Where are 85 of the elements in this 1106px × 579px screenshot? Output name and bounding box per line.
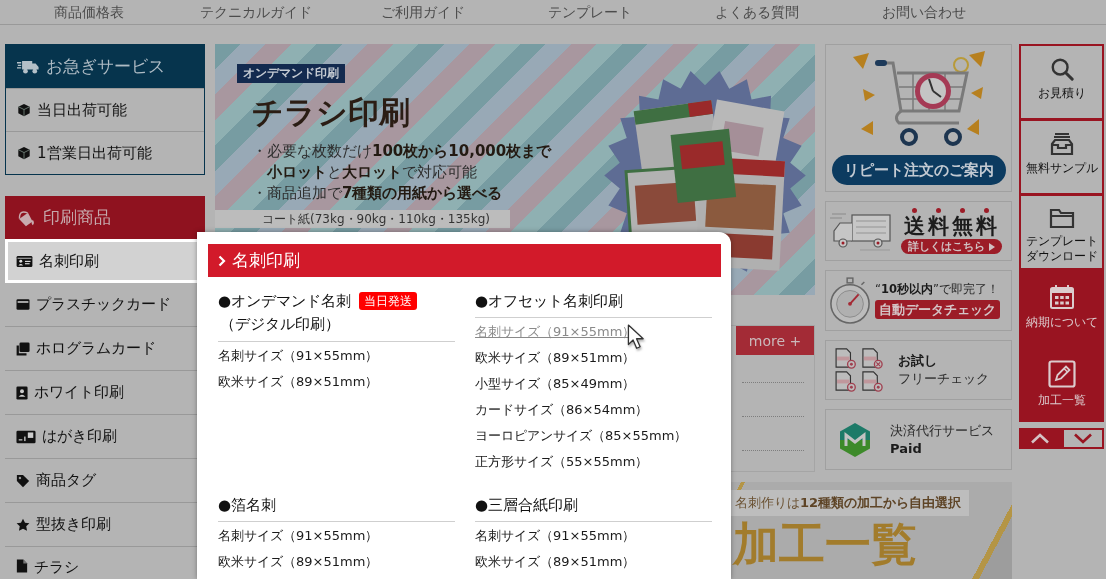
sidebar-item[interactable]: 1営業日出荷可能 <box>6 131 204 174</box>
calendar-icon <box>1048 284 1075 310</box>
menu-link[interactable]: 欧米サイズ（89×51mm） <box>475 348 636 366</box>
scroll-down-button[interactable] <box>1061 428 1104 449</box>
payment-brand: Paid <box>890 439 923 458</box>
sidebar-heading: 印刷商品 <box>43 206 111 229</box>
emphasis-dot-icon <box>959 208 965 213</box>
free-check-banner[interactable]: お試し フリーチェック <box>825 340 1012 400</box>
details-link[interactable]: 詳しくはこちら <box>901 239 1002 254</box>
nav-link[interactable]: ご利用ガイド <box>380 3 465 21</box>
truck-icon <box>17 58 39 75</box>
menu-link[interactable]: 名刺サイズ（91×55mm） <box>218 346 379 364</box>
menu-link[interactable]: 名刺サイズ（91×55mm） <box>475 526 636 544</box>
free-check-subtitle: フリーチェック <box>898 370 989 388</box>
banner-badge: オンデマンド印刷 <box>237 64 345 83</box>
menu-group-subtitle: （デジタル印刷） <box>220 314 341 335</box>
emphasis-dot-icon <box>935 208 941 213</box>
emphasis-dot-icon <box>983 208 989 213</box>
free-check-title: お試し <box>898 352 938 370</box>
more-button[interactable]: more + <box>736 326 814 355</box>
payment-banner[interactable]: 決済代行サービス Paid <box>825 409 1012 470</box>
menu-link[interactable]: カードサイズ（86×54mm） <box>475 400 649 418</box>
emphasis-dot-icon <box>911 208 917 213</box>
cube-icon <box>17 103 31 117</box>
menu-group-title: ●箔名刺 <box>218 495 277 516</box>
free-shipping-title: 送料無料 <box>903 214 1000 238</box>
banner-title: チラシ印刷 <box>252 94 410 130</box>
banner-point: ・必要な枚数だけ100枚から10,000枚まで 小ロットと大ロットで対応可能 <box>252 141 552 183</box>
nav-link[interactable]: お問い合わせ <box>881 3 966 21</box>
search-icon <box>1049 57 1074 81</box>
copy-icon <box>16 341 30 356</box>
scroll-up-button[interactable] <box>1019 428 1062 449</box>
payment-title: 決済代行サービス <box>890 421 994 440</box>
chevron-down-icon <box>1072 433 1093 444</box>
sidebar-item[interactable]: 当日出荷可能 <box>6 88 204 131</box>
chevron-right-icon <box>218 254 226 267</box>
postcard-icon <box>16 429 36 444</box>
banner-caption: 名刺作りは12種類の加工から自由選択 <box>731 490 970 516</box>
hexagon-logo-icon <box>838 421 872 458</box>
rail-button[interactable]: 納期について <box>1021 271 1102 344</box>
nav-link[interactable]: 商品価格表 <box>53 3 124 21</box>
paper-note: コート紙(73kg・90kg・110kg・135kg) <box>215 210 510 228</box>
paint-bucket-icon <box>16 208 36 227</box>
free-shipping-banner[interactable]: 送料無料 詳しくはこちら <box>825 201 1012 261</box>
document-icon <box>16 559 28 573</box>
same-day-badge: 当日発送 <box>359 292 418 310</box>
repeat-order-banner[interactable]: リピート注文のご案内 <box>825 44 1012 192</box>
menu-group-title: ●三層合紙印刷 <box>475 495 579 516</box>
pencil-icon <box>1047 360 1076 388</box>
cube-icon <box>17 146 31 160</box>
inbox-tray-icon <box>1048 132 1075 156</box>
menu-title: 名刺印刷 <box>232 249 300 272</box>
finishing-banner[interactable]: 名刺作りは12種類の加工から自由選択 加工一覧 <box>731 482 1012 579</box>
contact-card-icon <box>16 385 28 400</box>
caret-icon <box>989 242 995 251</box>
rail-button[interactable]: 加工一覧 <box>1021 347 1102 420</box>
data-check-banner[interactable]: “10秒以内”で即完了！ 自動データチェック <box>825 270 1012 331</box>
nav-link[interactable]: テクニカルガイド <box>199 3 312 21</box>
menu-link[interactable]: 名刺サイズ（91×55mm） <box>218 526 379 544</box>
nav-link[interactable]: よくある質問 <box>714 3 799 21</box>
nav-link[interactable]: テンプレート <box>547 3 632 21</box>
stopwatch-drawing <box>829 276 871 325</box>
rail-button[interactable]: 無料サンプル <box>1021 121 1102 193</box>
banner-point: ・商品追加で7種類の用紙から選べる <box>252 183 503 204</box>
card-icon <box>16 298 30 311</box>
menu-link[interactable]: 欧米サイズ（89×51mm） <box>475 552 636 570</box>
menu-link[interactable]: 欧米サイズ（89×51mm） <box>218 552 379 570</box>
rail-button[interactable]: お見積り <box>1021 46 1102 118</box>
id-card-icon <box>16 254 33 268</box>
tag-icon <box>16 473 30 488</box>
menu-link[interactable]: 欧米サイズ（89×51mm） <box>218 372 379 390</box>
data-check-headline: “10秒以内”で即完了！ <box>875 282 999 297</box>
folder-icon <box>1048 207 1075 229</box>
menu-link[interactable]: 正方形サイズ（55×55mm） <box>475 452 649 470</box>
chevron-up-icon <box>1030 433 1051 444</box>
data-check-tag: 自動データチェック <box>875 300 1000 319</box>
banner-heading: 加工一覧 <box>733 516 917 572</box>
pointer-cursor-icon <box>627 324 646 350</box>
sidebar-heading: お急ぎサービス <box>46 55 165 78</box>
rail-button[interactable]: テンプレートダウンロード <box>1021 196 1102 268</box>
menu-link[interactable]: 小型サイズ（85×49mm） <box>475 374 636 392</box>
star-icon <box>16 517 30 532</box>
menu-link[interactable]: ヨーロピアンサイズ（85×55mm） <box>475 426 688 444</box>
repeat-order-pill[interactable]: リピート注文のご案内 <box>831 155 1006 185</box>
sidebar-item[interactable]: チラシ <box>5 547 205 579</box>
